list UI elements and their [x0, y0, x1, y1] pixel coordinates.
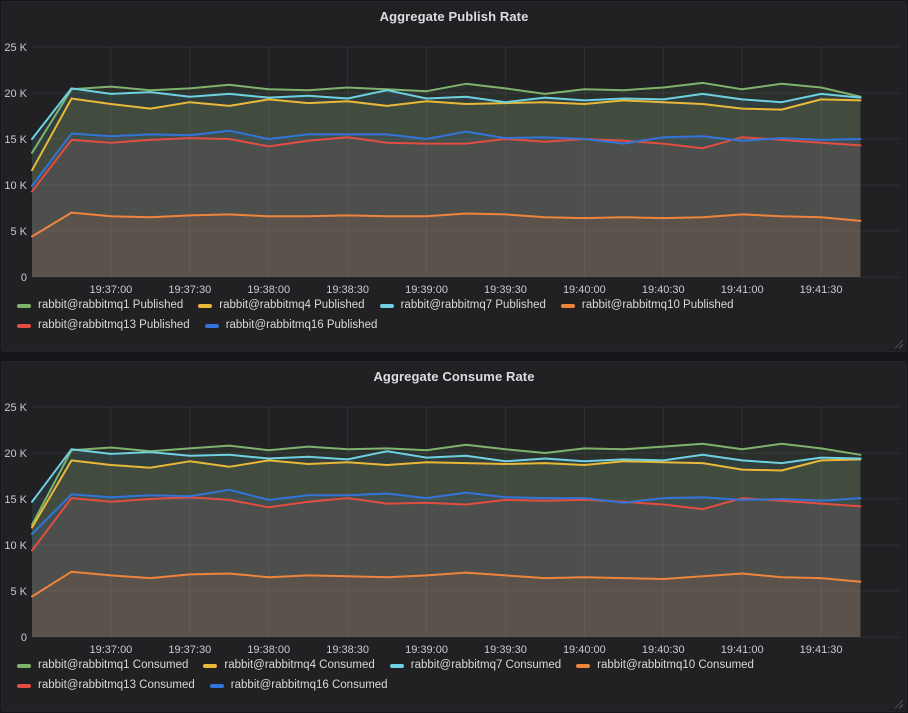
legend-swatch-icon — [17, 684, 31, 688]
y-tick-label: 5 K — [10, 586, 27, 598]
legend-item[interactable]: rabbit@rabbitmq10 Consumed — [576, 657, 754, 674]
x-tick-label: 19:41:00 — [721, 284, 764, 294]
y-tick-label: 0 — [21, 272, 27, 284]
y-tick-label: 5 K — [10, 226, 27, 238]
x-tick-label: 19:40:00 — [563, 284, 606, 294]
series-fill — [32, 490, 861, 637]
legend-label: rabbit@rabbitmq13 Published — [38, 317, 190, 334]
legend-swatch-icon — [205, 324, 219, 328]
x-tick-label: 19:37:30 — [168, 284, 211, 294]
legend-label: rabbit@rabbitmq10 Consumed — [597, 657, 754, 674]
legend-swatch-icon — [17, 304, 31, 308]
x-tick-label: 19:41:30 — [800, 284, 843, 294]
legend-swatch-icon — [380, 304, 394, 308]
legend-item[interactable]: rabbit@rabbitmq13 Published — [17, 317, 190, 334]
x-tick-label: 19:39:00 — [405, 644, 448, 654]
legend-label: rabbit@rabbitmq7 Published — [401, 297, 546, 314]
legend-label: rabbit@rabbitmq13 Consumed — [38, 677, 195, 694]
x-tick-label: 19:39:30 — [484, 644, 527, 654]
chart-svg[interactable]: 0 5 K 10 K 15 K 20 K 25 K 19:37:00 19:37:30 19:3… — [2, 392, 906, 654]
publish-rate-legend: rabbit@rabbitmq1 Published rabbit@rabbitm… — [2, 294, 898, 334]
panel-title-consume-rate[interactable]: Aggregate Consume Rate — [2, 362, 906, 392]
legend-swatch-icon — [576, 664, 590, 668]
panel-consume-rate: Aggregate Consume Rate 0 5 K 10 K 15 K 20 K 2… — [1, 361, 907, 712]
legend-label: rabbit@rabbitmq4 Published — [219, 297, 364, 314]
y-tick-label: 15 K — [4, 494, 27, 506]
legend-label: rabbit@rabbitmq1 Consumed — [38, 657, 188, 674]
y-tick-label: 10 K — [4, 180, 27, 192]
y-tick-label: 15 K — [4, 134, 27, 146]
legend-swatch-icon — [210, 684, 224, 688]
chart-svg[interactable]: 0 5 K 10 K 15 K 20 K 25 K 19:37:00 19:37:30 19:3… — [2, 32, 906, 294]
legend-swatch-icon — [390, 664, 404, 668]
x-tick-label: 19:40:00 — [563, 644, 606, 654]
x-tick-label: 19:41:30 — [800, 644, 843, 654]
y-tick-label: 25 K — [4, 402, 27, 414]
x-tick-label: 19:40:30 — [642, 284, 685, 294]
legend-label: rabbit@rabbitmq7 Consumed — [411, 657, 561, 674]
panel-title-publish-rate[interactable]: Aggregate Publish Rate — [2, 2, 906, 32]
x-tick-label: 19:38:30 — [326, 644, 369, 654]
x-tick-label: 19:41:00 — [721, 644, 764, 654]
consume-rate-legend: rabbit@rabbitmq1 Consumed rabbit@rabbitmq… — [2, 654, 898, 694]
legend-item[interactable]: rabbit@rabbitmq13 Consumed — [17, 677, 195, 694]
x-tick-label: 19:38:00 — [247, 644, 290, 654]
panel-resize-handle[interactable] — [894, 699, 903, 708]
legend-swatch-icon — [17, 664, 31, 668]
y-tick-label: 10 K — [4, 540, 27, 552]
dashboard: Aggregate Publish Rate 0 5 K 10 K 15 K 20 K 2… — [0, 0, 908, 713]
legend-swatch-icon — [203, 664, 217, 668]
x-tick-label: 19:38:00 — [247, 284, 290, 294]
legend-swatch-icon — [17, 324, 31, 328]
x-tick-label: 19:39:30 — [484, 284, 527, 294]
series-fill — [32, 131, 861, 277]
x-tick-label: 19:40:30 — [642, 644, 685, 654]
legend-label: rabbit@rabbitmq4 Consumed — [224, 657, 374, 674]
legend-item[interactable]: rabbit@rabbitmq7 Published — [380, 297, 546, 314]
x-tick-label: 19:38:30 — [326, 284, 369, 294]
legend-label: rabbit@rabbitmq16 Published — [226, 317, 378, 334]
legend-item[interactable]: rabbit@rabbitmq4 Published — [198, 297, 364, 314]
x-tick-label: 19:37:00 — [89, 644, 132, 654]
legend-swatch-icon — [198, 304, 212, 308]
legend-item[interactable]: rabbit@rabbitmq4 Consumed — [203, 657, 374, 674]
y-tick-label: 0 — [21, 632, 27, 644]
y-tick-label: 20 K — [4, 448, 27, 460]
legend-item[interactable]: rabbit@rabbitmq10 Published — [561, 297, 734, 314]
legend-item[interactable]: rabbit@rabbitmq7 Consumed — [390, 657, 561, 674]
panel-publish-rate: Aggregate Publish Rate 0 5 K 10 K 15 K 20 K 2… — [1, 1, 907, 352]
publish-rate-chart[interactable]: 0 5 K 10 K 15 K 20 K 25 K 19:37:00 19:37:30 19:3… — [2, 32, 906, 294]
legend-label: rabbit@rabbitmq16 Consumed — [231, 677, 388, 694]
legend-label: rabbit@rabbitmq1 Published — [38, 297, 183, 314]
x-tick-label: 19:37:30 — [168, 644, 211, 654]
legend-label: rabbit@rabbitmq10 Published — [582, 297, 734, 314]
legend-swatch-icon — [561, 304, 575, 308]
legend-item[interactable]: rabbit@rabbitmq16 Consumed — [210, 677, 388, 694]
x-tick-label: 19:39:00 — [405, 284, 448, 294]
legend-item[interactable]: rabbit@rabbitmq16 Published — [205, 317, 378, 334]
x-tick-label: 19:37:00 — [89, 284, 132, 294]
consume-rate-chart[interactable]: 0 5 K 10 K 15 K 20 K 25 K 19:37:00 19:37:30 19:3… — [2, 392, 906, 654]
panel-resize-handle[interactable] — [894, 339, 903, 348]
y-tick-label: 20 K — [4, 88, 27, 100]
y-tick-label: 25 K — [4, 42, 27, 54]
legend-item[interactable]: rabbit@rabbitmq1 Consumed — [17, 657, 188, 674]
legend-item[interactable]: rabbit@rabbitmq1 Published — [17, 297, 183, 314]
